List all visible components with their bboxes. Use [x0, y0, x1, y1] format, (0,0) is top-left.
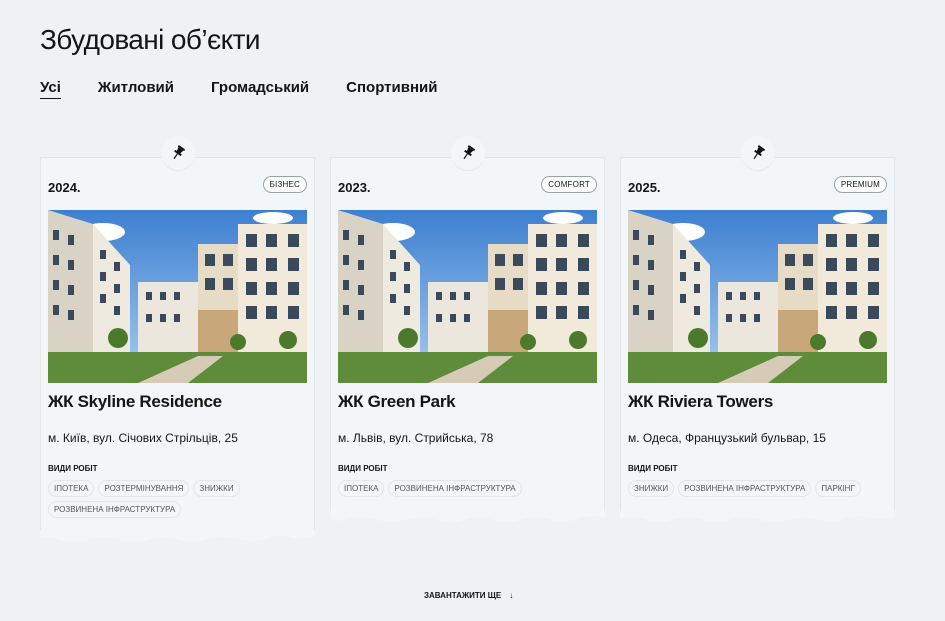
load-more-button[interactable]: Завантажити ще ↓	[424, 591, 513, 600]
project-card[interactable]: 2024. Бізнес ЖК Skyline Residence м. Киї…	[40, 136, 315, 543]
tab-all[interactable]: Усі	[40, 79, 61, 99]
tab-public[interactable]: Громадський	[211, 79, 309, 99]
project-card[interactable]: 2023. Comfort ЖК Green Park м. Львів, ву…	[330, 136, 605, 523]
tag: Розвинена інфраструктура	[678, 480, 812, 497]
building-photo	[338, 210, 597, 383]
project-name: ЖК Skyline Residence	[48, 392, 222, 411]
tag-list: Іпотека Розтермінування Знижки Розвинена…	[48, 480, 307, 522]
works-label: Види робіт	[338, 464, 388, 473]
tag: Іпотека	[48, 480, 95, 497]
card-year: 2025.	[628, 179, 661, 195]
tab-residential[interactable]: Житловий	[98, 79, 174, 99]
torn-edge	[330, 511, 605, 523]
pin-icon	[740, 136, 775, 171]
tag-list: Знижки Розвинена інфраструктура Паркінг	[628, 480, 887, 501]
class-badge: Бізнес	[262, 175, 307, 193]
class-badge: Premium	[833, 175, 887, 193]
torn-edge	[620, 511, 895, 522]
project-address: м. Київ, вул. Січових Стрільців, 25	[48, 431, 238, 445]
project-name: ЖК Green Park	[338, 392, 456, 411]
tag: Знижки	[628, 480, 675, 497]
tag: Іпотека	[338, 480, 385, 497]
torn-edge	[40, 530, 315, 543]
project-address: м. Одеса, Французький бульвар, 15	[628, 431, 826, 445]
page-title: Збудовані об’єкти	[40, 24, 260, 55]
works-label: Види робіт	[48, 464, 98, 473]
filter-tabs: Усі Житловий Громадський Спортивний	[40, 79, 474, 99]
load-more-label: Завантажити ще	[424, 591, 502, 600]
building-photo	[48, 210, 307, 383]
card-year: 2023.	[338, 179, 371, 195]
works-label: Види робіт	[628, 464, 678, 473]
project-address: м. Львів, вул. Стрийська, 78	[338, 431, 494, 445]
tab-sport[interactable]: Спортивний	[346, 79, 437, 99]
pin-icon	[160, 136, 195, 171]
tag: Розтермінування	[98, 480, 190, 497]
tag: Паркінг	[815, 480, 861, 497]
pin-icon	[450, 136, 485, 171]
class-badge: Comfort	[541, 175, 597, 193]
building-photo	[628, 210, 887, 383]
tag-list: Іпотека Розвинена інфраструктура	[338, 480, 597, 501]
arrow-down-icon: ↓	[509, 591, 514, 600]
tag: Розвинена інфраструктура	[48, 501, 182, 518]
tag: Розвинена інфраструктура	[388, 480, 522, 497]
project-name: ЖК Riviera Towers	[628, 392, 774, 411]
project-card[interactable]: 2025. Premium ЖК Riviera Towers м. Одеса…	[620, 136, 895, 522]
card-year: 2024.	[48, 179, 81, 195]
tag: Знижки	[193, 480, 240, 497]
